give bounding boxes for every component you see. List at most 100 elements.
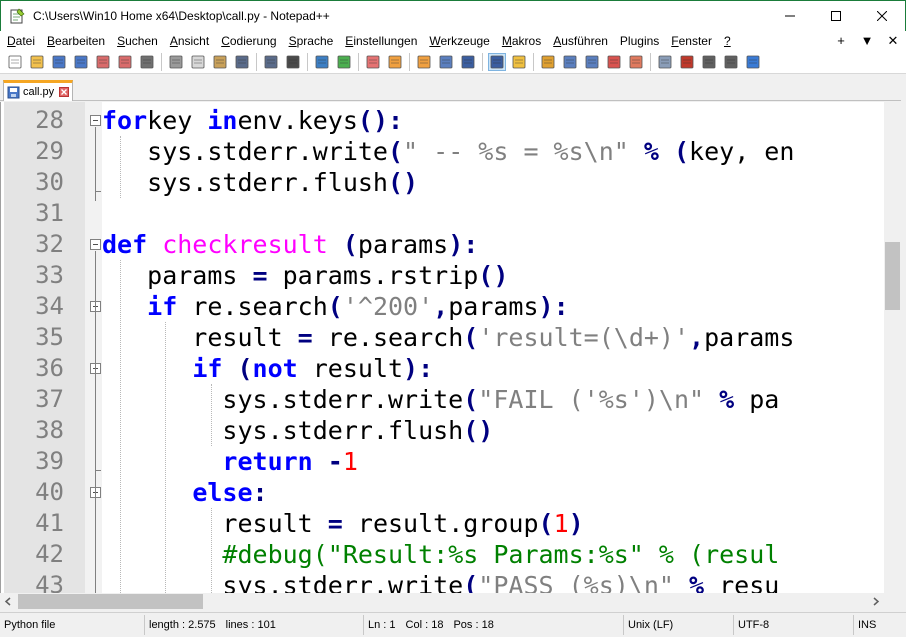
tab-list-icon[interactable]: ▼: [854, 31, 880, 51]
menu-label: prache: [296, 34, 334, 48]
code-line[interactable]: def checkresult (params):: [102, 229, 885, 260]
menu-item-0[interactable]: Datei: [0, 31, 41, 51]
stop-macro-icon[interactable]: [679, 54, 695, 70]
menu-item-6[interactable]: Einstellungen: [339, 31, 423, 51]
vertical-scroll-thumb[interactable]: [885, 242, 900, 310]
menu-label: akros: [511, 34, 542, 48]
window-title: C:\Users\Win10 Home x64\Desktop\call.py …: [33, 9, 330, 23]
menu-item-9[interactable]: Ausführen: [547, 31, 614, 51]
function-list-icon[interactable]: [584, 54, 600, 70]
code-line[interactable]: sys.stderr.write("PASS (%s)\n" % resu: [102, 570, 885, 593]
word-wrap-icon[interactable]: [438, 54, 454, 70]
user-lang-icon[interactable]: [511, 54, 527, 70]
token-op: ): [568, 509, 584, 538]
run-macro-multiple-icon[interactable]: [723, 54, 739, 70]
code-line[interactable]: else:: [102, 477, 885, 508]
code-line[interactable]: result = re.search('result=(\d+)',params: [102, 322, 885, 353]
minimize-button[interactable]: [767, 1, 813, 31]
code-line[interactable]: sys.stderr.flush(): [102, 167, 885, 198]
folder-workspace-icon[interactable]: [606, 54, 622, 70]
sync-h-icon[interactable]: [416, 54, 432, 70]
indent-guide-icon[interactable]: [488, 53, 506, 71]
new-file-icon[interactable]: [7, 54, 23, 70]
menu-item-11[interactable]: Fenster: [665, 31, 718, 51]
fold-line: [95, 499, 96, 593]
code-line[interactable]: sys.stderr.flush(): [102, 415, 885, 446]
print-icon[interactable]: [139, 54, 155, 70]
toolbar-separator: [358, 53, 359, 71]
tab-call-py[interactable]: call.py: [3, 80, 73, 101]
menu-item-5[interactable]: Sprache: [283, 31, 340, 51]
new-tab-icon[interactable]: +: [828, 31, 854, 51]
token-op: %: [673, 571, 720, 593]
undo-icon[interactable]: [234, 54, 250, 70]
code-line[interactable]: forkey inenv.keys():: [102, 105, 885, 136]
doc-map-icon[interactable]: [540, 54, 556, 70]
close-icon[interactable]: [95, 54, 111, 70]
copy-icon[interactable]: [190, 54, 206, 70]
horizontal-scroll-thumb[interactable]: [18, 594, 203, 609]
close-all-icon[interactable]: [117, 54, 133, 70]
menu-item-12[interactable]: ?: [718, 31, 737, 51]
zoom-in-icon[interactable]: [336, 54, 352, 70]
menu-label: erkzeuge: [440, 34, 490, 48]
status-length: length : 2.575: [149, 619, 216, 631]
menu-item-4[interactable]: Codierung: [215, 31, 282, 51]
status-encoding[interactable]: UTF-8: [734, 615, 854, 635]
save-icon[interactable]: [51, 54, 67, 70]
token-num: 1: [553, 509, 569, 538]
save-macro-icon[interactable]: [745, 54, 761, 70]
zoom-out-icon[interactable]: [365, 54, 381, 70]
code-line[interactable]: sys.stderr.write("FAIL ('%s')\n" % pa: [102, 384, 885, 415]
code-line[interactable]: [102, 198, 885, 229]
vertical-scrollbar[interactable]: [884, 102, 901, 593]
editor-pane[interactable]: 28 29 30 31 32 33 34 35 36 37 38 39 40 41 42 43 forkey …: [0, 102, 906, 593]
status-lines: lines : 101: [225, 619, 276, 631]
horizontal-scrollbar[interactable]: [0, 593, 884, 610]
status-mode[interactable]: INS: [854, 615, 906, 635]
scroll-right-arrow-icon[interactable]: [867, 593, 884, 610]
menu-mnemonic: C: [221, 34, 230, 48]
code-line[interactable]: return -1: [102, 446, 885, 477]
menu-item-3[interactable]: Ansicht: [164, 31, 215, 51]
close-window-button[interactable]: [859, 1, 905, 31]
play-macro-icon[interactable]: [701, 54, 717, 70]
cut-icon[interactable]: [168, 54, 184, 70]
code-line[interactable]: params = params.rstrip(): [102, 260, 885, 291]
token-kw: def: [102, 230, 148, 259]
code-area[interactable]: forkey inenv.keys(): sys.stderr.write(" …: [102, 102, 885, 593]
monitor-icon[interactable]: [628, 54, 644, 70]
menu-item-2[interactable]: Suchen: [111, 31, 164, 51]
maximize-button[interactable]: [813, 1, 859, 31]
menu-item-1[interactable]: Bearbeiten: [41, 31, 111, 51]
code-line[interactable]: #debug("Result:%s Params:%s" % (resul: [102, 539, 885, 570]
fold-margin[interactable]: [85, 102, 102, 593]
open-file-icon[interactable]: [29, 54, 45, 70]
status-eol[interactable]: Unix (LF): [624, 615, 734, 635]
find-icon[interactable]: [285, 54, 301, 70]
sync-v-icon[interactable]: [387, 54, 403, 70]
show-all-chars-icon[interactable]: [460, 54, 476, 70]
redo-icon[interactable]: [263, 54, 279, 70]
menu-item-10[interactable]: Plugins: [614, 31, 665, 51]
menu-item-7[interactable]: Werkzeuge: [423, 31, 495, 51]
scroll-left-arrow-icon[interactable]: [0, 593, 17, 610]
replace-icon[interactable]: [314, 54, 330, 70]
token-kw: in: [207, 106, 238, 135]
token-text: key, en: [689, 137, 795, 166]
menu-mnemonic: S: [288, 34, 297, 48]
close-tab-icon[interactable]: ✕: [880, 31, 906, 51]
tab-close-icon[interactable]: [59, 87, 70, 97]
code-line[interactable]: if re.search('^200',params):: [102, 291, 885, 322]
record-macro-icon[interactable]: [657, 54, 673, 70]
fold-toggle-icon[interactable]: [90, 239, 101, 250]
menu-item-8[interactable]: Makros: [496, 31, 547, 51]
doc-list-icon[interactable]: [562, 54, 578, 70]
code-line[interactable]: sys.stderr.write(" -- %s = %s\n" % (key,…: [102, 136, 885, 167]
paste-icon[interactable]: [212, 54, 228, 70]
line-number: 41: [35, 509, 64, 537]
fold-toggle-icon[interactable]: [90, 115, 101, 126]
code-line[interactable]: result = result.group(1): [102, 508, 885, 539]
code-line[interactable]: if (not result):: [102, 353, 885, 384]
save-all-icon[interactable]: [73, 54, 89, 70]
